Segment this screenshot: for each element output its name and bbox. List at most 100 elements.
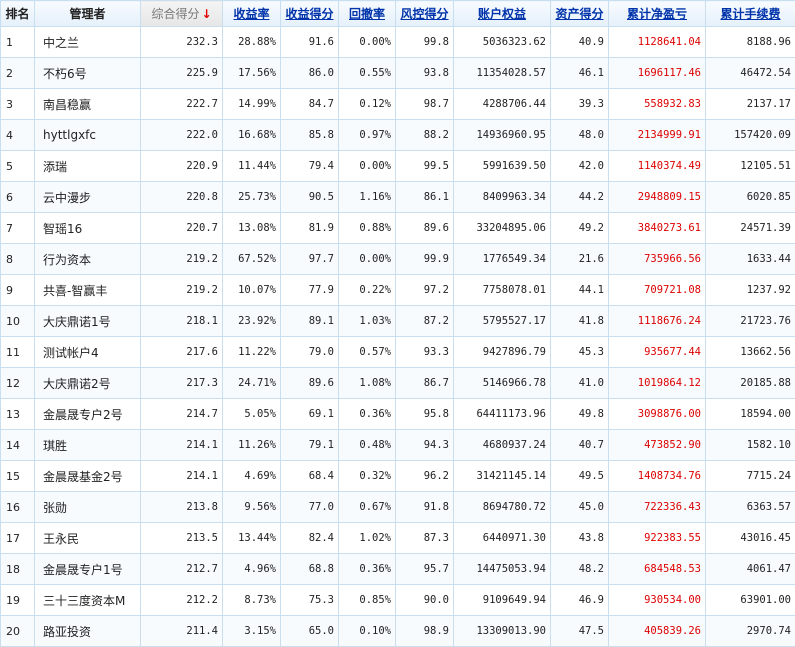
cell-rank: 7 [0,212,35,244]
cell-score: 217.6 [140,336,223,368]
cell-drawdown: 1.08% [338,367,396,399]
cell-return-rate: 3.15% [222,615,281,647]
cell-return-rate: 23.92% [222,305,281,337]
sort-link-cum-fee[interactable]: 累计手续费 [720,7,780,21]
cell-drawdown: 0.67% [338,491,396,523]
cell-return-score: 77.9 [280,274,339,306]
cell-drawdown: 0.97% [338,119,396,151]
cell-equity: 13309013.90 [453,615,551,647]
cell-risk-score: 93.8 [395,57,454,89]
cell-cum-fee: 24571.39 [705,212,795,244]
cell-manager: 南昌稳赢 [34,88,141,120]
cell-return-score: 85.8 [280,119,339,151]
cell-asset-score: 46.1 [550,57,609,89]
table-row: 17 王永民 213.5 13.44% 82.4 1.02% 87.3 6440971.30 4… [0,522,795,554]
column-header-score[interactable]: 综合得分 ↓ [140,0,223,27]
cell-drawdown: 1.16% [338,181,396,213]
cell-return-rate: 10.07% [222,274,281,306]
cell-score: 212.2 [140,584,223,616]
table-row: 15 金晨晟基金2号 214.1 4.69% 68.4 0.32% 96.2 31421145… [0,460,795,492]
sort-link-return-rate[interactable]: 收益率 [233,7,269,21]
table-row: 14 琪胜 214.1 11.26% 79.1 0.48% 94.3 4680937.24 40… [0,429,795,461]
cell-manager: 金晨晟专户1号 [34,553,141,585]
cell-score: 214.1 [140,429,223,461]
cell-cum-fee: 63901.00 [705,584,795,616]
cell-cum-fee: 1582.10 [705,429,795,461]
cell-drawdown: 0.48% [338,429,396,461]
cell-score: 225.9 [140,57,223,89]
table-row: 5 添瑞 220.9 11.44% 79.4 0.00% 99.5 5991639.50 42.… [0,150,795,182]
column-header-return-score[interactable]: 收益得分 [280,0,339,27]
table-row: 8 行为资本 219.2 67.52% 97.7 0.00% 99.9 1776549.34 2… [0,243,795,275]
table-row: 4 hyttlgxfc 222.0 16.68% 85.8 0.97% 88.2 149369… [0,119,795,151]
sort-link-risk-score[interactable]: 风控得分 [400,7,448,21]
cell-manager: hyttlgxfc [34,119,141,151]
cell-score: 220.9 [140,150,223,182]
column-header-cum-fee[interactable]: 累计手续费 [705,0,795,27]
cell-cum-profit: 935677.44 [608,336,706,368]
cell-drawdown: 0.55% [338,57,396,89]
cell-cum-profit: 735966.56 [608,243,706,275]
cell-equity: 64411173.96 [453,398,551,430]
cell-return-rate: 11.22% [222,336,281,368]
cell-rank: 3 [0,88,35,120]
cell-rank: 10 [0,305,35,337]
cell-drawdown: 0.00% [338,243,396,275]
cell-risk-score: 99.5 [395,150,454,182]
cell-return-rate: 25.73% [222,181,281,213]
cell-cum-fee: 2970.74 [705,615,795,647]
cell-asset-score: 43.8 [550,522,609,554]
sort-link-return-score[interactable]: 收益得分 [285,7,333,21]
cell-cum-profit: 2948809.15 [608,181,706,213]
cell-cum-fee: 1237.92 [705,274,795,306]
column-header-equity[interactable]: 账户权益 [453,0,551,27]
sort-link-cum-profit[interactable]: 累计净盈亏 [627,7,687,21]
cell-equity: 6440971.30 [453,522,551,554]
cell-asset-score: 44.1 [550,274,609,306]
ranking-table: 排名 管理者 综合得分 ↓ 收益率 收益得分 回撤率 风控得分 账户权益 资产得分… [0,0,795,647]
cell-cum-profit: 1019864.12 [608,367,706,399]
cell-cum-fee: 13662.56 [705,336,795,368]
cell-cum-profit: 709721.08 [608,274,706,306]
cell-score: 217.3 [140,367,223,399]
column-header-asset-score[interactable]: 资产得分 [550,0,609,27]
column-header-risk-score[interactable]: 风控得分 [395,0,454,27]
cell-asset-score: 41.8 [550,305,609,337]
cell-rank: 16 [0,491,35,523]
cell-equity: 11354028.57 [453,57,551,89]
cell-manager: 云中漫步 [34,181,141,213]
cell-manager: 大庆鼎诺1号 [34,305,141,337]
cell-equity: 5036323.62 [453,26,551,58]
cell-manager: 智瑶16 [34,212,141,244]
cell-drawdown: 0.57% [338,336,396,368]
column-header-rank: 排名 [0,0,35,27]
column-header-manager: 管理者 [34,0,141,27]
cell-risk-score: 90.0 [395,584,454,616]
cell-risk-score: 93.3 [395,336,454,368]
cell-score: 219.2 [140,274,223,306]
table-row: 16 张勋 213.8 9.56% 77.0 0.67% 91.8 8694780.72 45.… [0,491,795,523]
cell-rank: 4 [0,119,35,151]
table-header: 排名 管理者 综合得分 ↓ 收益率 收益得分 回撤率 风控得分 账户权益 资产得分… [0,0,795,27]
sort-link-equity[interactable]: 账户权益 [478,7,526,21]
cell-drawdown: 0.12% [338,88,396,120]
cell-return-score: 91.6 [280,26,339,58]
column-header-return-rate[interactable]: 收益率 [222,0,281,27]
cell-equity: 9109649.94 [453,584,551,616]
sort-link-asset-score[interactable]: 资产得分 [555,7,603,21]
cell-cum-fee: 1633.44 [705,243,795,275]
column-header-drawdown[interactable]: 回撤率 [338,0,396,27]
cell-return-rate: 11.26% [222,429,281,461]
cell-rank: 1 [0,26,35,58]
cell-asset-score: 49.5 [550,460,609,492]
column-header-cum-profit[interactable]: 累计净盈亏 [608,0,706,27]
cell-return-score: 84.7 [280,88,339,120]
table-row: 11 测试帐户4 217.6 11.22% 79.0 0.57% 93.3 9427896.7… [0,336,795,368]
cell-drawdown: 0.36% [338,398,396,430]
cell-risk-score: 95.8 [395,398,454,430]
cell-drawdown: 0.00% [338,150,396,182]
cell-equity: 31421145.14 [453,460,551,492]
sort-link-drawdown[interactable]: 回撤率 [349,7,385,21]
cell-cum-fee: 20185.88 [705,367,795,399]
cell-score: 220.7 [140,212,223,244]
